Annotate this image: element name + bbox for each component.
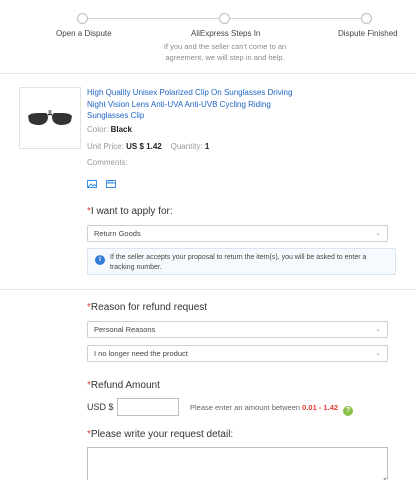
refund-hint: Please enter an amount between 0.01 - 1.… <box>190 403 354 416</box>
refund-hint-text: Please enter an amount between <box>190 403 301 412</box>
refund-amount-label: *Refund Amount <box>87 380 160 391</box>
quantity-value: 1 <box>204 142 210 151</box>
request-detail-textarea[interactable] <box>87 447 388 480</box>
currency-label: USD $ <box>87 402 114 412</box>
divider <box>0 289 416 290</box>
progress-line-1 <box>88 18 219 19</box>
detail-text: Please write your request detail: <box>90 429 234 440</box>
detail-label: *Please write your request detail: <box>87 429 233 440</box>
dispute-progress: Open a Dispute AliExpress Steps In If yo… <box>0 0 416 70</box>
chevron-down-icon: ⌄ <box>375 350 381 357</box>
video-icon[interactable] <box>106 176 117 188</box>
reason-label: *Reason for refund request <box>87 302 207 313</box>
chevron-down-icon: ⌄ <box>375 326 381 333</box>
step-dot-open <box>77 13 88 24</box>
progress-line-2 <box>230 18 361 19</box>
step-dot-steps-in <box>219 13 230 24</box>
return-info-box: i If the seller accepts your proposal to… <box>87 248 396 275</box>
comment-icons <box>87 176 121 188</box>
sub-reason-value: I no longer need the product <box>94 349 188 358</box>
refund-amount-text: Refund Amount <box>90 380 160 391</box>
return-info-text: If the seller accepts your proposal to r… <box>110 254 367 271</box>
apply-for-text: I want to apply for: <box>90 206 173 217</box>
info-icon: i <box>95 255 105 265</box>
step-label-finished: Dispute Finished <box>338 29 398 38</box>
product-thumbnail[interactable] <box>19 87 81 149</box>
reason-text: Reason for refund request <box>90 302 208 313</box>
color-label: Color: <box>87 125 109 134</box>
product-price-qty: Unit Price: US $ 1.42 Quantity: 1 <box>87 142 209 151</box>
product-comments-label: Comments: <box>87 158 128 167</box>
reason-value: Personal Reasons <box>94 325 156 334</box>
product-color: Color: Black <box>87 125 132 134</box>
image-icon[interactable] <box>87 176 97 188</box>
chevron-down-icon: ⌄ <box>375 230 381 237</box>
step-label-steps-in: AliExpress Steps In <box>191 29 261 38</box>
apply-for-value: Return Goods <box>94 229 141 238</box>
quantity-label: Quantity: <box>170 142 203 151</box>
step-sub-steps-in: If you and the seller can't come to an a… <box>163 42 287 62</box>
apply-for-select[interactable]: Return Goods ⌄ <box>87 225 388 242</box>
help-icon[interactable]: ? <box>343 406 354 416</box>
refund-amount-input[interactable] <box>117 398 179 416</box>
product-title-link[interactable]: High Quality Unisex Polarized Clip On Su… <box>87 87 297 122</box>
reason-select[interactable]: Personal Reasons ⌄ <box>87 321 388 338</box>
step-label-open: Open a Dispute <box>56 29 112 38</box>
color-value: Black <box>110 125 132 134</box>
unit-price-value: US $ 1.42 <box>126 142 162 151</box>
sunglasses-icon <box>28 110 72 125</box>
sub-reason-select[interactable]: I no longer need the product ⌄ <box>87 345 388 362</box>
unit-price-label: Unit Price: <box>87 142 124 151</box>
divider <box>0 73 416 74</box>
step-dot-finished <box>361 13 372 24</box>
refund-range: 0.01 - 1.42 <box>302 403 339 412</box>
apply-for-label: *I want to apply for: <box>87 206 173 217</box>
